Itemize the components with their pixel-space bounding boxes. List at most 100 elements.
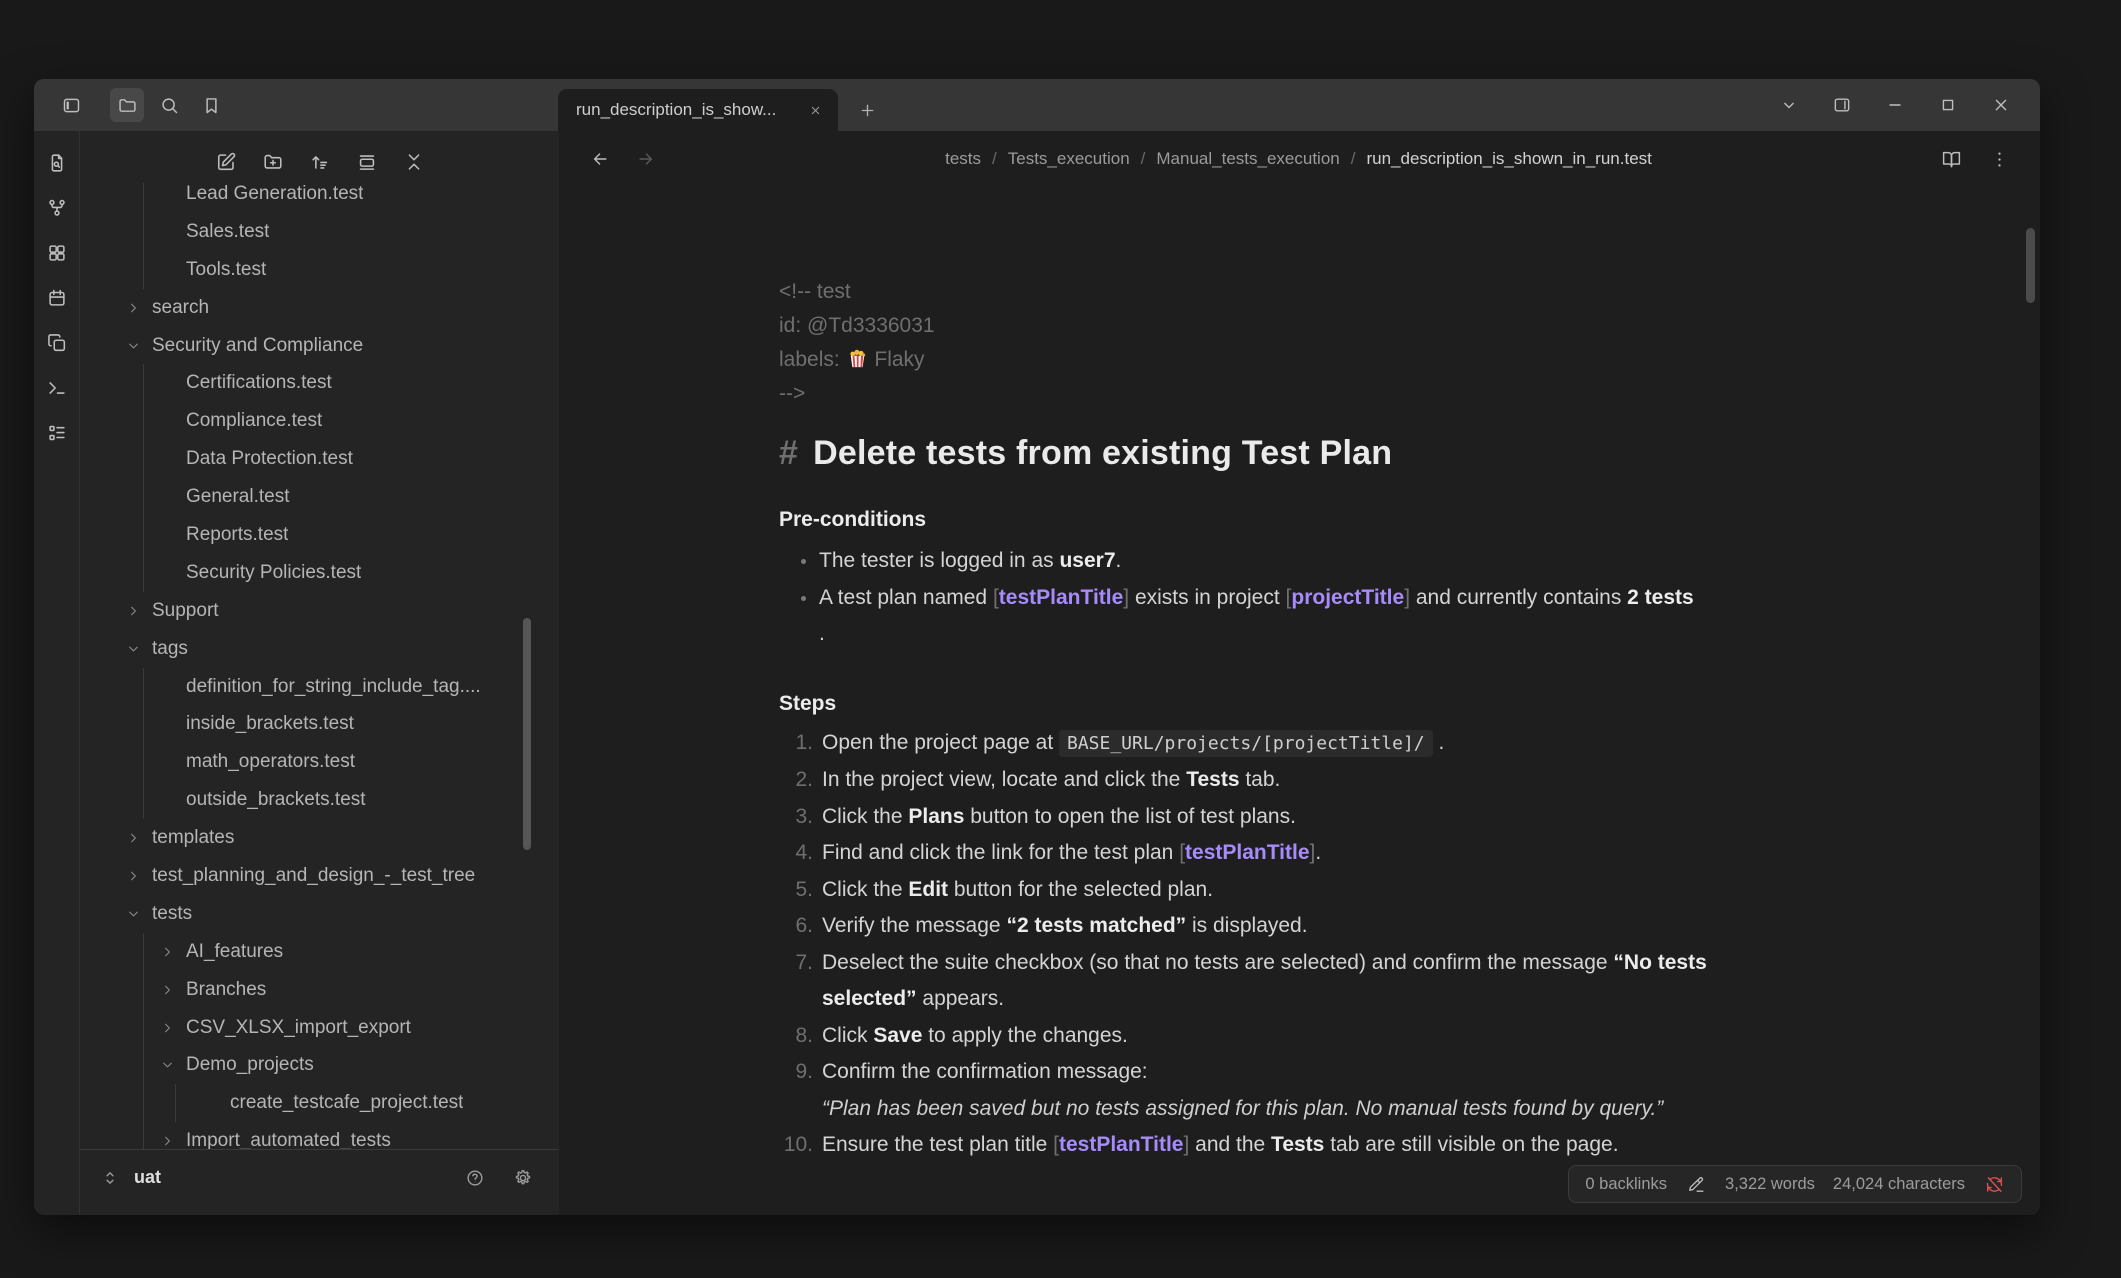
step-item: 3.Click the Plans button to open the lis… <box>779 799 1799 836</box>
back-button[interactable] <box>587 146 613 172</box>
tab-run-description[interactable]: run_description_is_show... <box>558 89 838 131</box>
minimize-icon[interactable] <box>1882 92 1908 118</box>
editor-scrollbar[interactable] <box>2026 228 2035 303</box>
backlinks-count[interactable]: 0 backlinks <box>1585 1175 1667 1194</box>
vault-switcher-bar: uat <box>80 1149 559 1215</box>
more-vertical-icon[interactable] <box>1986 146 2012 172</box>
new-folder-icon[interactable] <box>260 149 286 175</box>
tree-item-file[interactable]: outside_brackets.test <box>80 781 559 819</box>
tree-item-file[interactable]: General.test <box>80 478 559 516</box>
tab-title: run_description_is_show... <box>576 100 796 120</box>
tree-item-file[interactable]: Security Policies.test <box>80 554 559 592</box>
character-count[interactable]: 24,024 characters <box>1833 1175 1965 1194</box>
folder-icon[interactable] <box>110 88 144 122</box>
search-icon[interactable] <box>152 88 186 122</box>
chevrons-up-down-icon[interactable] <box>96 1164 124 1192</box>
bookmark-icon[interactable] <box>194 88 228 122</box>
breadcrumb-segment[interactable]: run_description_is_shown_in_run.test <box>1366 149 1651 169</box>
book-open-icon[interactable] <box>1938 146 1964 172</box>
wiki-link[interactable]: testPlanTitle <box>1059 1133 1183 1156</box>
chevron-down-icon[interactable] <box>1776 92 1802 118</box>
tree-item-folder[interactable]: tests <box>80 895 559 933</box>
tree-item-folder[interactable]: CSV_XLSX_import_export <box>80 1009 559 1047</box>
maximize-icon[interactable] <box>1935 92 1961 118</box>
collapse-all-icon[interactable] <box>401 149 427 175</box>
text-run: and currently contains <box>1410 586 1627 609</box>
titlebar-left-actions <box>34 79 558 131</box>
tree-item-file[interactable]: math_operators.test <box>80 743 559 781</box>
tree-item-folder[interactable]: Demo_projects <box>80 1046 559 1084</box>
text-run: tab. <box>1240 768 1281 791</box>
vault-name[interactable]: uat <box>134 1167 161 1188</box>
tree-item-folder[interactable]: search <box>80 289 559 327</box>
indent-guide <box>143 251 144 289</box>
list-details-icon[interactable] <box>44 420 70 446</box>
tree-item-folder[interactable]: AI_features <box>80 933 559 971</box>
copy-icon[interactable] <box>44 330 70 356</box>
tree-item-folder[interactable]: tags <box>80 630 559 668</box>
tree-item-file[interactable]: create_testcafe_project.test <box>80 1084 559 1122</box>
file-name: create_testcafe_project.test <box>230 1092 463 1114</box>
text-run: Save <box>873 1024 922 1047</box>
wiki-link[interactable]: testPlanTitle <box>1185 841 1309 864</box>
tree-item-file[interactable]: definition_for_string_include_tag.... <box>80 668 559 706</box>
editor-header-actions <box>1938 146 2012 172</box>
terminal-icon[interactable] <box>44 375 70 401</box>
breadcrumb-segment[interactable]: tests <box>945 149 981 169</box>
calendar-icon[interactable] <box>44 285 70 311</box>
app-body: Lead Generation.testSales.testTools.test… <box>34 131 2040 1215</box>
tree-item-file[interactable]: Reports.test <box>80 516 559 554</box>
step-number: 1. <box>779 725 813 763</box>
tree-item-folder[interactable]: Branches <box>80 971 559 1009</box>
breadcrumb-segment[interactable]: Manual_tests_execution <box>1156 149 1339 169</box>
tab-close-button[interactable] <box>802 97 828 123</box>
page-title: #Delete tests from existing Test Plan <box>779 427 1799 479</box>
indent-guide <box>143 933 144 971</box>
tree-item-file[interactable]: Tools.test <box>80 251 559 289</box>
forward-button[interactable] <box>633 146 659 172</box>
file-tree-scrollbar[interactable] <box>523 618 531 850</box>
sort-icon[interactable] <box>307 149 333 175</box>
indent-guide <box>143 183 144 213</box>
gear-icon[interactable] <box>509 1164 537 1192</box>
panel-left-icon[interactable] <box>54 88 88 122</box>
editor-scroll-area[interactable]: <!-- testid: @Td3336031labels: Flaky--> … <box>559 187 2040 1215</box>
file-search-icon[interactable] <box>44 150 70 176</box>
file-name: Compliance.test <box>186 410 322 432</box>
text-run: Tests <box>1186 768 1239 791</box>
tree-item-file[interactable]: Sales.test <box>80 213 559 251</box>
pencil-icon[interactable] <box>1685 1173 1707 1195</box>
file-tree: Lead Generation.testSales.testTools.test… <box>80 183 559 1149</box>
breadcrumb-segment[interactable]: Tests_execution <box>1008 149 1130 169</box>
tree-item-file[interactable]: Certifications.test <box>80 364 559 402</box>
file-name: Reports.test <box>186 524 288 546</box>
new-tab-button[interactable] <box>850 93 884 127</box>
step-number: 7. <box>779 945 813 1018</box>
close-icon[interactable] <box>1988 92 2014 118</box>
wiki-link[interactable]: projectTitle <box>1291 586 1404 609</box>
tree-item-folder[interactable]: Import_automated_tests <box>80 1122 559 1149</box>
auto-reveal-icon[interactable] <box>354 149 380 175</box>
step-item: 4.Find and click the link for the test p… <box>779 835 1799 872</box>
tree-item-file[interactable]: Compliance.test <box>80 402 559 440</box>
tree-item-folder[interactable]: test_planning_and_design_-_test_tree <box>80 857 559 895</box>
panel-right-icon[interactable] <box>1829 92 1855 118</box>
tree-item-folder[interactable]: Security and Compliance <box>80 327 559 365</box>
wiki-link[interactable]: testPlanTitle <box>999 586 1123 609</box>
file-name: definition_for_string_include_tag.... <box>186 676 481 698</box>
text-run: Flaky <box>869 348 925 371</box>
new-note-icon[interactable] <box>213 149 239 175</box>
help-circle-icon[interactable] <box>461 1164 489 1192</box>
text-run: Plans <box>908 805 964 828</box>
tree-item-folder[interactable]: templates <box>80 819 559 857</box>
graph-icon[interactable] <box>44 195 70 221</box>
layout-grid-icon[interactable] <box>44 240 70 266</box>
word-count[interactable]: 3,322 words <box>1725 1175 1815 1194</box>
indent-guide <box>143 1046 144 1084</box>
tree-item-folder[interactable]: Support <box>80 592 559 630</box>
tree-item-file[interactable]: Lead Generation.test <box>80 183 559 213</box>
sync-off-icon[interactable] <box>1983 1173 2005 1195</box>
tree-item-file[interactable]: inside_brackets.test <box>80 705 559 743</box>
tab-bar: run_description_is_show... <box>558 79 1776 131</box>
tree-item-file[interactable]: Data Protection.test <box>80 440 559 478</box>
